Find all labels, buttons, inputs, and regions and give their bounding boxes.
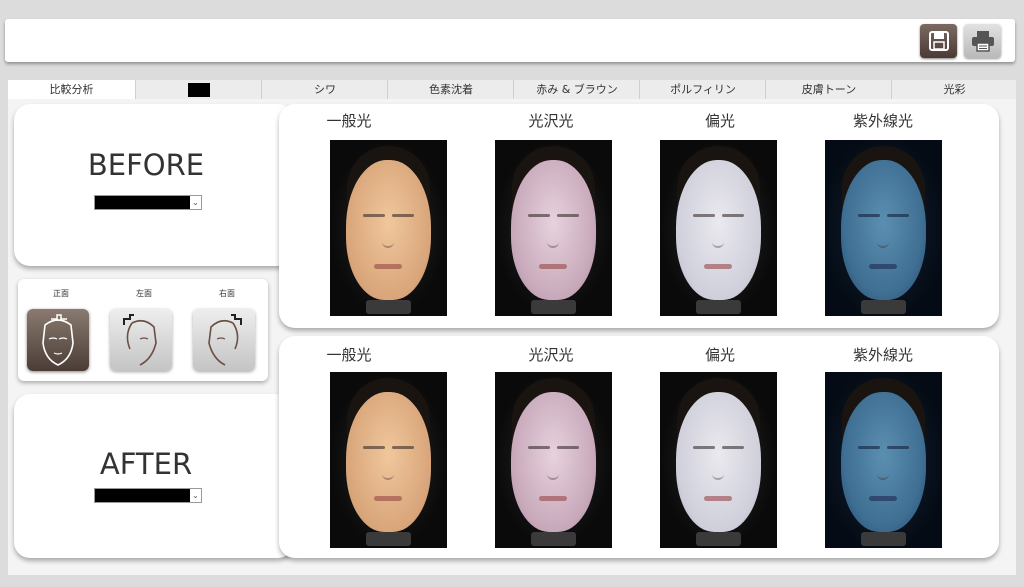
before-col-polarized: 偏光 bbox=[704, 112, 735, 130]
view-front-button[interactable] bbox=[27, 309, 89, 371]
before-photo-uv[interactable] bbox=[825, 140, 942, 316]
tab-label: シワ bbox=[314, 83, 336, 96]
after-photo-polarized[interactable] bbox=[660, 372, 777, 548]
chevron-down-icon: ⌄ bbox=[190, 196, 201, 209]
after-photo-gloss[interactable] bbox=[495, 372, 612, 548]
view-label-left: 左面 bbox=[136, 289, 152, 298]
top-toolbar bbox=[5, 19, 1015, 62]
after-panel: AFTER ⌄ bbox=[14, 394, 294, 558]
floppy-disk-icon bbox=[928, 31, 949, 51]
tab-skin-tone[interactable]: 皮膚トーン bbox=[765, 80, 892, 99]
after-col-uv: 紫外線光 bbox=[852, 346, 913, 364]
tab-comparison[interactable]: 比較分析 bbox=[8, 80, 135, 100]
before-photo-general[interactable] bbox=[330, 140, 447, 316]
after-col-general: 一般光 bbox=[326, 346, 372, 364]
face-front-icon bbox=[42, 314, 74, 366]
before-panel: BEFORE ⌄ bbox=[14, 104, 294, 266]
redacted-label bbox=[188, 83, 210, 97]
view-left-button[interactable] bbox=[110, 309, 172, 371]
face-left-icon bbox=[123, 314, 157, 366]
face-right-icon bbox=[208, 314, 242, 366]
print-button[interactable] bbox=[964, 24, 1001, 58]
tab-wrinkles[interactable]: シワ bbox=[261, 80, 388, 99]
before-label: BEFORE bbox=[87, 148, 205, 182]
tab-label: ポルフィリン bbox=[670, 83, 736, 96]
before-photo-polarized[interactable] bbox=[660, 140, 777, 316]
tab-label: 光彩 bbox=[943, 83, 966, 96]
before-col-general: 一般光 bbox=[326, 112, 372, 130]
after-label: AFTER bbox=[99, 447, 193, 481]
view-right-button[interactable] bbox=[193, 309, 255, 371]
view-label-right: 右面 bbox=[219, 289, 235, 298]
before-col-gloss: 光沢光 bbox=[528, 112, 574, 130]
tab-label: 皮膚トーン bbox=[801, 83, 857, 96]
printer-icon bbox=[971, 31, 994, 52]
view-label-front: 正面 bbox=[53, 289, 69, 298]
chevron-down-icon: ⌄ bbox=[190, 489, 201, 502]
before-photo-gloss[interactable] bbox=[495, 140, 612, 316]
save-button[interactable] bbox=[920, 24, 957, 58]
tab-label: 色素沈着 bbox=[429, 83, 473, 96]
view-angle-panel: 正面 左面 右面 bbox=[18, 279, 268, 381]
after-photo-uv[interactable] bbox=[825, 372, 942, 548]
tab-red-brown[interactable]: 赤み & ブラウン bbox=[513, 80, 640, 99]
after-col-gloss: 光沢光 bbox=[528, 346, 574, 364]
before-col-uv: 紫外線光 bbox=[852, 112, 913, 130]
after-col-polarized: 偏光 bbox=[704, 346, 735, 364]
after-date-select[interactable]: ⌄ bbox=[94, 488, 202, 503]
tab-porphyrin[interactable]: ポルフィリン bbox=[639, 80, 766, 99]
analysis-tab-bar: 比較分析 シワ 色素沈着 赤み & ブラウン ポルフィリン 皮膚トーン 光彩 bbox=[8, 80, 1017, 100]
tab-redacted[interactable] bbox=[135, 80, 262, 99]
after-images-panel: 一般光 光沢光 偏光 紫外線光 bbox=[279, 336, 999, 558]
after-photo-general[interactable] bbox=[330, 372, 447, 548]
tab-pigmentation[interactable]: 色素沈着 bbox=[387, 80, 514, 99]
tab-iris[interactable]: 光彩 bbox=[891, 80, 1017, 99]
tab-label: 比較分析 bbox=[49, 83, 94, 96]
tab-label: 赤み & ブラウン bbox=[536, 83, 618, 96]
before-images-panel: 一般光 光沢光 偏光 紫外線光 bbox=[279, 104, 999, 328]
before-date-select[interactable]: ⌄ bbox=[94, 195, 202, 210]
